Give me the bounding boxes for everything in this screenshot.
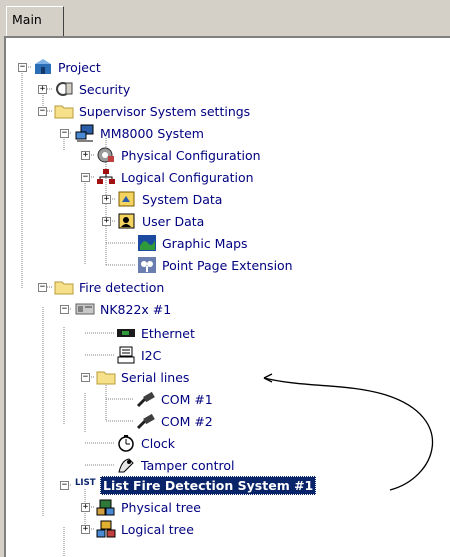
tree-node-system-data[interactable]: System Data (117, 189, 222, 209)
user-data-icon (117, 212, 137, 230)
collapse-toggle-supervisor[interactable]: − (38, 107, 47, 116)
collapse-toggle-mm8000[interactable]: − (60, 129, 69, 138)
annotation-arrow-curve (263, 377, 433, 491)
tree-node-label: Logical Configuration (121, 169, 254, 185)
point-page-icon (137, 256, 157, 274)
folder-icon (96, 368, 116, 386)
collapse-toggle-serial-lines[interactable]: − (81, 373, 90, 382)
security-icon (54, 80, 74, 98)
collapse-toggle-logical-configuration[interactable]: − (81, 173, 90, 182)
tree-node-label: Tamper control (141, 457, 235, 473)
computer-network-icon (75, 124, 95, 142)
tree-node-user-data[interactable]: User Data (117, 211, 204, 231)
collapse-toggle-project[interactable]: − (18, 63, 27, 72)
tree-node-i2c[interactable]: I2C (116, 345, 161, 365)
tab-main-label: Main (12, 12, 42, 27)
tree-node-ethernet[interactable]: Ethernet (116, 323, 195, 343)
tree-node-label: Ethernet (141, 325, 195, 341)
project-icon (33, 58, 53, 76)
tree-node-label: Project (58, 59, 101, 75)
serial-cable-icon (136, 412, 156, 430)
tree-node-mm8000-system[interactable]: MM8000 System (75, 123, 204, 143)
project-tree-panel[interactable]: − + − − + − + + − − − − + + Project Secu… (4, 36, 450, 557)
tree-node-label: COM #2 (161, 413, 213, 429)
tree-node-label: I2C (141, 347, 162, 363)
tree-node-clock[interactable]: Clock (116, 433, 175, 453)
tree-node-label: System Data (142, 191, 223, 207)
system-data-icon (117, 190, 137, 208)
logical-configuration-icon (96, 168, 116, 186)
tree-node-graphic-maps[interactable]: Graphic Maps (137, 233, 248, 253)
list-icon: LIST (75, 476, 96, 494)
tree-node-point-page-extension[interactable]: Point Page Extension (137, 255, 293, 275)
tree-node-com2[interactable]: COM #2 (136, 411, 213, 431)
folder-icon (54, 102, 74, 120)
serial-cable-icon (136, 390, 156, 408)
physical-tree-icon (96, 498, 116, 516)
tree-node-label: Clock (141, 435, 175, 451)
tree-node-label: Fire detection (79, 279, 165, 295)
list-badge-text: LIST (75, 478, 96, 488)
tree-node-label: Physical Configuration (121, 147, 261, 163)
expand-toggle-security[interactable]: + (38, 85, 47, 94)
tree-node-label: MM8000 System (100, 125, 204, 141)
i2c-icon (116, 346, 136, 364)
tree-node-label-selected: List Fire Detection System #1 (100, 475, 317, 495)
collapse-toggle-list-fire-detection[interactable]: − (60, 481, 69, 490)
panel-device-icon (75, 300, 95, 318)
tree-node-label: Logical tree (121, 521, 194, 537)
tree-node-label: Point Page Extension (162, 257, 293, 273)
tree-node-logical-configuration[interactable]: Logical Configuration (96, 167, 254, 187)
tab-main[interactable]: Main (6, 6, 64, 36)
collapse-toggle-nk822x[interactable]: − (60, 305, 69, 314)
clock-icon (116, 434, 136, 452)
collapse-toggle-fire-detection[interactable]: − (38, 283, 47, 292)
tree-node-serial-lines[interactable]: Serial lines (96, 367, 189, 387)
tab-bar: Main (0, 0, 450, 36)
tree-node-security[interactable]: Security (54, 79, 130, 99)
logical-tree-icon (96, 520, 116, 538)
expand-toggle-physical-tree[interactable]: + (81, 503, 90, 512)
tree-node-supervisor-system-settings[interactable]: Supervisor System settings (54, 101, 250, 121)
tree-node-label: Graphic Maps (162, 235, 248, 251)
tree-node-physical-configuration[interactable]: Physical Configuration (96, 145, 261, 165)
physical-configuration-icon (96, 146, 116, 164)
tree-node-com1[interactable]: COM #1 (136, 389, 213, 409)
tamper-icon (116, 456, 136, 474)
tree-node-physical-tree[interactable]: Physical tree (96, 497, 201, 517)
tree-node-label: NK822x #1 (100, 301, 172, 317)
tree-node-list-fire-detection-system[interactable]: LIST List Fire Detection System #1 (75, 475, 317, 495)
graphic-map-icon (137, 234, 157, 252)
tree-node-label: Serial lines (121, 369, 190, 385)
tree-node-logical-tree[interactable]: Logical tree (96, 519, 194, 539)
expand-toggle-user-data[interactable]: + (102, 217, 111, 226)
tree-node-label: Physical tree (121, 499, 201, 515)
tree-node-label: Security (79, 81, 131, 97)
tree-node-label: COM #1 (161, 391, 213, 407)
tree-node-nk822x[interactable]: NK822x #1 (75, 299, 171, 319)
expand-toggle-logical-tree[interactable]: + (81, 525, 90, 534)
tree-node-fire-detection[interactable]: Fire detection (54, 277, 164, 297)
expand-toggle-physical-configuration[interactable]: + (81, 151, 90, 160)
tree-node-project[interactable]: Project (33, 57, 101, 77)
tree-node-label: Supervisor System settings (79, 103, 251, 119)
tree-node-tamper-control[interactable]: Tamper control (116, 455, 234, 475)
expand-toggle-system-data[interactable]: + (102, 195, 111, 204)
folder-icon (54, 278, 74, 296)
ethernet-icon (116, 324, 136, 342)
tree-node-label: User Data (142, 213, 205, 229)
